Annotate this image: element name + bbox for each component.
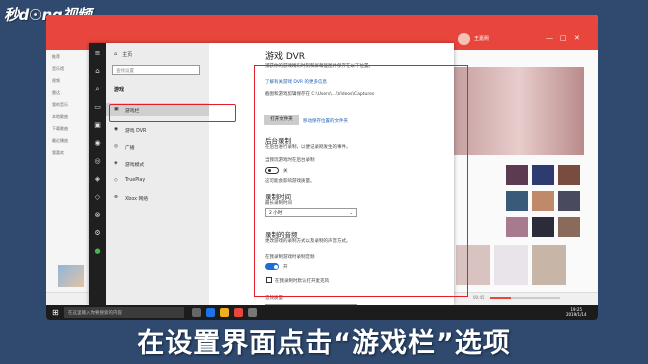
browser-icon[interactable] — [206, 308, 215, 317]
video-thumbnail[interactable] — [494, 245, 528, 285]
sidebar-item-label: 广播 — [125, 146, 135, 151]
desktop-screen: 王嘉熙 — □ ✕ 推荐 音乐馆 视频 雷达 我的音乐 本地歌曲 下载歌曲 最近… — [46, 15, 598, 320]
list-item[interactable]: 视频 — [46, 74, 89, 86]
windows-start-icon[interactable]: ⊞ — [52, 308, 59, 317]
list-item[interactable]: 音乐馆 — [46, 62, 89, 74]
video-thumbnail[interactable] — [558, 217, 580, 237]
home-icon: ⌂ — [114, 51, 118, 57]
list-item[interactable]: 本地歌曲 — [46, 110, 89, 122]
xbox-icon: ⊗ — [114, 195, 119, 200]
username: 王嘉熙 — [474, 36, 490, 42]
taskbar: ⊞ 在这里输入你要搜索的内容 19:25 2019/1/14 — [46, 305, 598, 320]
progress-bar[interactable] — [490, 297, 560, 299]
sidebar-item-label: Xbox 网络 — [125, 197, 149, 202]
app-strip: ≡ ⌂ ⌕ ▭ ▣ ◉ ◎ ◈ ◇ ⊗ ⚙ ● — [89, 43, 106, 305]
search-input[interactable]: 查找设置 — [112, 65, 200, 75]
sidebar-item-broadcast[interactable]: ◎ 广播 — [106, 140, 209, 153]
settings-icon[interactable]: ⚙ — [93, 229, 102, 238]
video-thumbnail[interactable] — [506, 191, 528, 211]
list-item[interactable]: 最近播放 — [46, 134, 89, 146]
nav-home-label: 主页 — [122, 52, 133, 58]
nav-section-title: 游戏 — [114, 87, 125, 93]
recommend-row — [456, 245, 596, 295]
list-item[interactable]: 雷达 — [46, 86, 89, 98]
video-thumbnail[interactable] — [558, 191, 580, 211]
gamemode-icon[interactable]: ◈ — [93, 175, 102, 184]
sidebar-item-label: 游戏 DVR — [125, 129, 147, 134]
music-app-icon[interactable] — [234, 308, 243, 317]
sidebar-item-label: TruePlay — [125, 178, 146, 183]
broadcast-icon[interactable]: ◎ — [93, 157, 102, 166]
banner-image[interactable] — [454, 67, 584, 155]
video-thumbnail[interactable] — [532, 245, 566, 285]
settings-nav: ⌂ 主页 查找设置 游戏 ▣ 游戏栏 ◉ 游戏 DVR ◎ 广播 ◈ 游戏模式 … — [106, 43, 209, 305]
menu-icon[interactable]: ≡ — [93, 49, 102, 58]
nav-home[interactable]: ⌂ 主页 — [114, 51, 132, 58]
video-thumbnail[interactable] — [532, 191, 554, 211]
video-thumbnail[interactable] — [506, 165, 528, 185]
sidebar-item-trueplay[interactable]: ◇ TruePlay — [106, 174, 209, 187]
close-icon[interactable]: ✕ — [574, 34, 580, 42]
video-thumbnail[interactable] — [532, 217, 554, 237]
album-thumbnail[interactable] — [58, 265, 84, 287]
clock-date: 2019/1/14 — [566, 312, 587, 317]
gamemode-icon: ◈ — [114, 161, 118, 166]
settings-app-icon[interactable] — [248, 308, 257, 317]
maximize-icon[interactable]: □ — [560, 34, 567, 42]
minimize-icon[interactable]: — — [546, 34, 553, 42]
gamebar-icon[interactable]: ▣ — [93, 121, 102, 130]
page-title: 游戏 DVR — [265, 52, 306, 62]
task-view-icon[interactable] — [192, 308, 201, 317]
highlight-pane — [254, 65, 468, 297]
folder-icon[interactable]: ▭ — [93, 103, 102, 112]
dvr-icon: ◉ — [114, 127, 119, 132]
highlight-game-bar — [109, 104, 236, 122]
home-icon[interactable]: ⌂ — [93, 67, 102, 76]
sidebar-item-xbox-network[interactable]: ⊗ Xbox 网络 — [106, 191, 209, 204]
trueplay-icon[interactable]: ◇ — [93, 193, 102, 202]
clock[interactable]: 19:25 2019/1/14 — [566, 307, 587, 317]
broadcast-icon: ◎ — [114, 144, 119, 149]
dvr-icon[interactable]: ◉ — [93, 139, 102, 148]
sidebar-item-game-mode[interactable]: ◈ 游戏模式 — [106, 157, 209, 170]
list-item[interactable]: 推荐 — [46, 50, 89, 62]
sidebar-item-label: 游戏模式 — [125, 163, 145, 168]
playback-time: 00:45 — [473, 295, 485, 300]
status-icon[interactable]: ● — [93, 247, 102, 256]
list-item[interactable]: 我的音乐 — [46, 98, 89, 110]
video-thumbnail[interactable] — [558, 165, 580, 185]
list-item[interactable]: 下载歌曲 — [46, 122, 89, 134]
video-frame: 秒d☉ng视频 王嘉熙 — □ ✕ 推荐 音乐馆 视频 雷达 我的音乐 本地歌曲… — [0, 0, 648, 364]
xbox-icon[interactable]: ⊗ — [93, 211, 102, 220]
subtitle-caption: 在设置界面点击“游戏栏”选项 — [137, 328, 511, 359]
search-icon[interactable]: ⌕ — [93, 85, 102, 94]
taskbar-search-input[interactable]: 在这里输入你要搜索的内容 — [64, 307, 184, 318]
avatar[interactable] — [458, 33, 470, 45]
file-explorer-icon[interactable] — [220, 308, 229, 317]
video-thumbnail[interactable] — [532, 165, 554, 185]
list-item[interactable]: 我喜欢 — [46, 146, 89, 158]
trueplay-icon: ◇ — [114, 178, 118, 183]
video-thumbnail[interactable] — [506, 217, 528, 237]
sidebar-item-game-dvr[interactable]: ◉ 游戏 DVR — [106, 123, 209, 136]
